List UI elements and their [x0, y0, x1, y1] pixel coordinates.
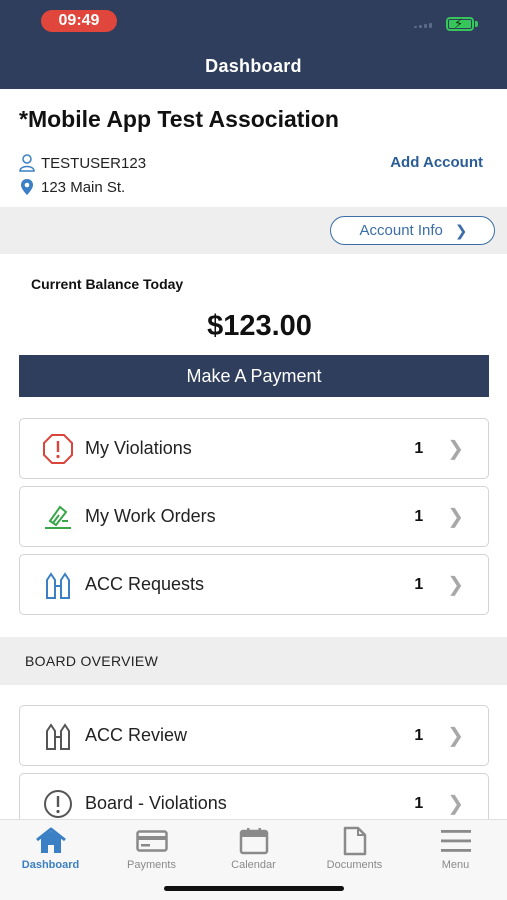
acc-review-card[interactable]: ACC Review 1 ❯	[19, 705, 489, 766]
acc-requests-card[interactable]: ACC Requests 1 ❯	[19, 554, 489, 615]
tab-documents[interactable]: Documents	[304, 826, 405, 871]
card-label: My Work Orders	[85, 506, 216, 526]
home-indicator	[164, 886, 344, 891]
chevron-right-icon: ❯	[447, 793, 464, 815]
chevron-right-icon: ❯	[454, 222, 468, 240]
tab-menu[interactable]: Menu	[405, 826, 506, 871]
menu-icon	[405, 826, 506, 856]
account-info-button[interactable]: Account Info ❯	[330, 216, 495, 245]
card-label: ACC Requests	[85, 574, 205, 594]
status-time: 09:49	[41, 10, 117, 32]
calendar-icon	[203, 826, 304, 856]
tab-label: Documents	[326, 859, 383, 871]
board-overview-title: BOARD OVERVIEW	[25, 653, 159, 669]
tab-dashboard[interactable]: Dashboard	[0, 826, 101, 871]
tab-calendar[interactable]: Calendar	[203, 826, 304, 871]
signal-icon	[414, 22, 436, 28]
chevron-right-icon: ❯	[447, 725, 464, 747]
home-icon	[0, 826, 101, 856]
card-count: 1	[414, 794, 424, 812]
account-info-label: Account Info	[359, 222, 443, 239]
tab-label: Payments	[127, 859, 176, 871]
card-count: 1	[414, 507, 424, 525]
tab-label: Dashboard	[21, 859, 80, 871]
acc-request-icon	[39, 570, 77, 600]
document-icon	[304, 826, 405, 856]
work-order-icon	[39, 502, 77, 532]
battery-tip	[475, 21, 478, 27]
charging-icon: ⚡	[454, 16, 464, 31]
my-violations-card[interactable]: My Violations 1 ❯	[19, 418, 489, 479]
user-icon	[19, 154, 35, 172]
app-header: 09:49 ⚡ Dashboard	[0, 0, 507, 89]
page-title: Dashboard	[205, 56, 302, 76]
chevron-right-icon: ❯	[447, 438, 464, 460]
balance-label: Current Balance Today	[31, 276, 184, 292]
username: TESTUSER123	[41, 154, 147, 172]
alert-octagon-icon	[39, 433, 77, 464]
card-label: Board - Violations	[85, 793, 227, 813]
user-row: TESTUSER123	[19, 152, 146, 174]
add-account-link[interactable]: Add Account	[390, 154, 483, 171]
tab-label: Calendar	[231, 859, 276, 871]
location-pin-icon	[19, 178, 35, 196]
tab-label: Menu	[441, 859, 470, 871]
my-work-orders-card[interactable]: My Work Orders 1 ❯	[19, 486, 489, 547]
tab-payments[interactable]: Payments	[101, 826, 202, 871]
card-icon	[101, 826, 202, 856]
balance-amount: $123.00	[207, 310, 312, 342]
chevron-right-icon: ❯	[447, 574, 464, 596]
card-label: ACC Review	[85, 725, 188, 745]
make-payment-button[interactable]: Make A Payment	[19, 355, 489, 397]
alert-circle-icon	[39, 789, 77, 819]
card-count: 1	[414, 726, 424, 744]
card-label: My Violations	[85, 438, 192, 458]
address: 123 Main St.	[41, 178, 126, 196]
address-row: 123 Main St.	[19, 176, 125, 198]
acc-review-icon	[39, 721, 77, 751]
chevron-right-icon: ❯	[447, 506, 464, 528]
card-count: 1	[414, 439, 424, 457]
card-count: 1	[414, 575, 424, 593]
association-name: *Mobile App Test Association	[19, 106, 339, 132]
